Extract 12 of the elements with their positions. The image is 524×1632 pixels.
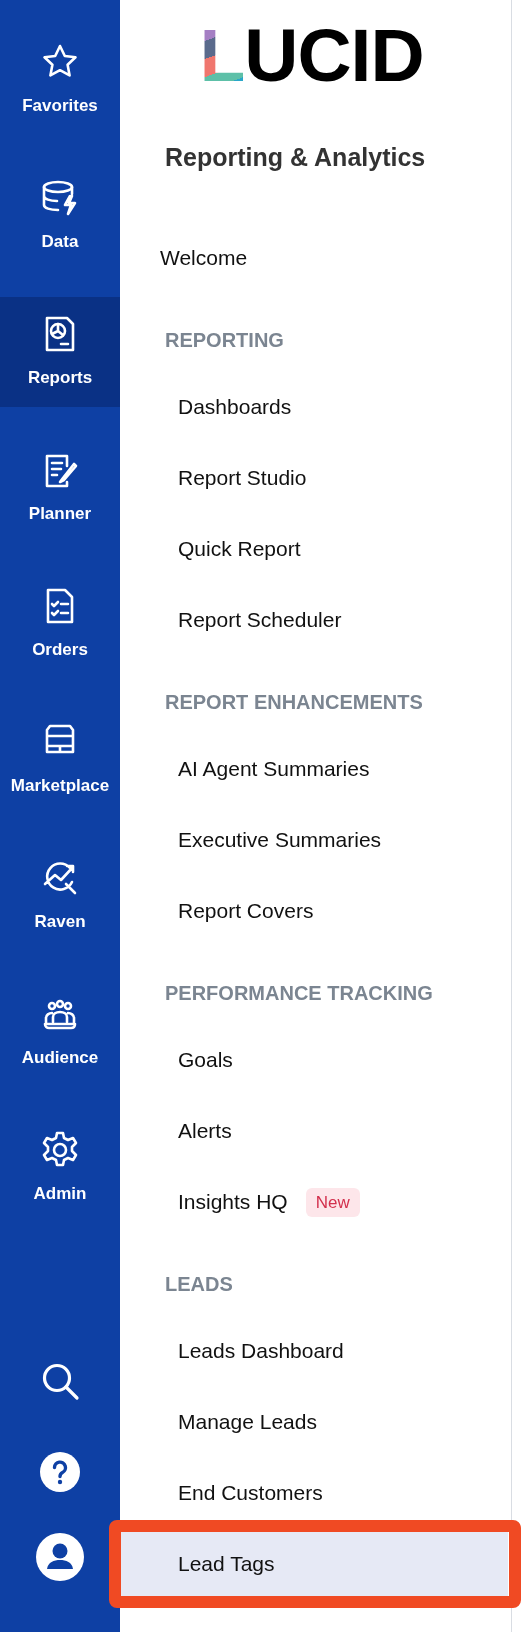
lucid-logo: LUCID [199, 20, 424, 90]
section-heading: REPORTING [165, 328, 285, 353]
section-heading: LEADS [165, 1272, 234, 1297]
nav-item[interactable]: Reports [0, 297, 120, 407]
new-badge: New [305, 1187, 360, 1217]
panel-title: Reporting & Analytics [165, 142, 427, 173]
menu-item[interactable]: Lead Tags [120, 1532, 508, 1596]
help-icon[interactable] [40, 1452, 80, 1492]
section-heading: PERFORMANCE TRACKING [165, 981, 434, 1006]
section-heading: REPORT ENHANCEMENTS [165, 690, 424, 715]
profile-avatar-icon[interactable] [36, 1533, 84, 1581]
search-icon[interactable] [40, 1361, 80, 1401]
